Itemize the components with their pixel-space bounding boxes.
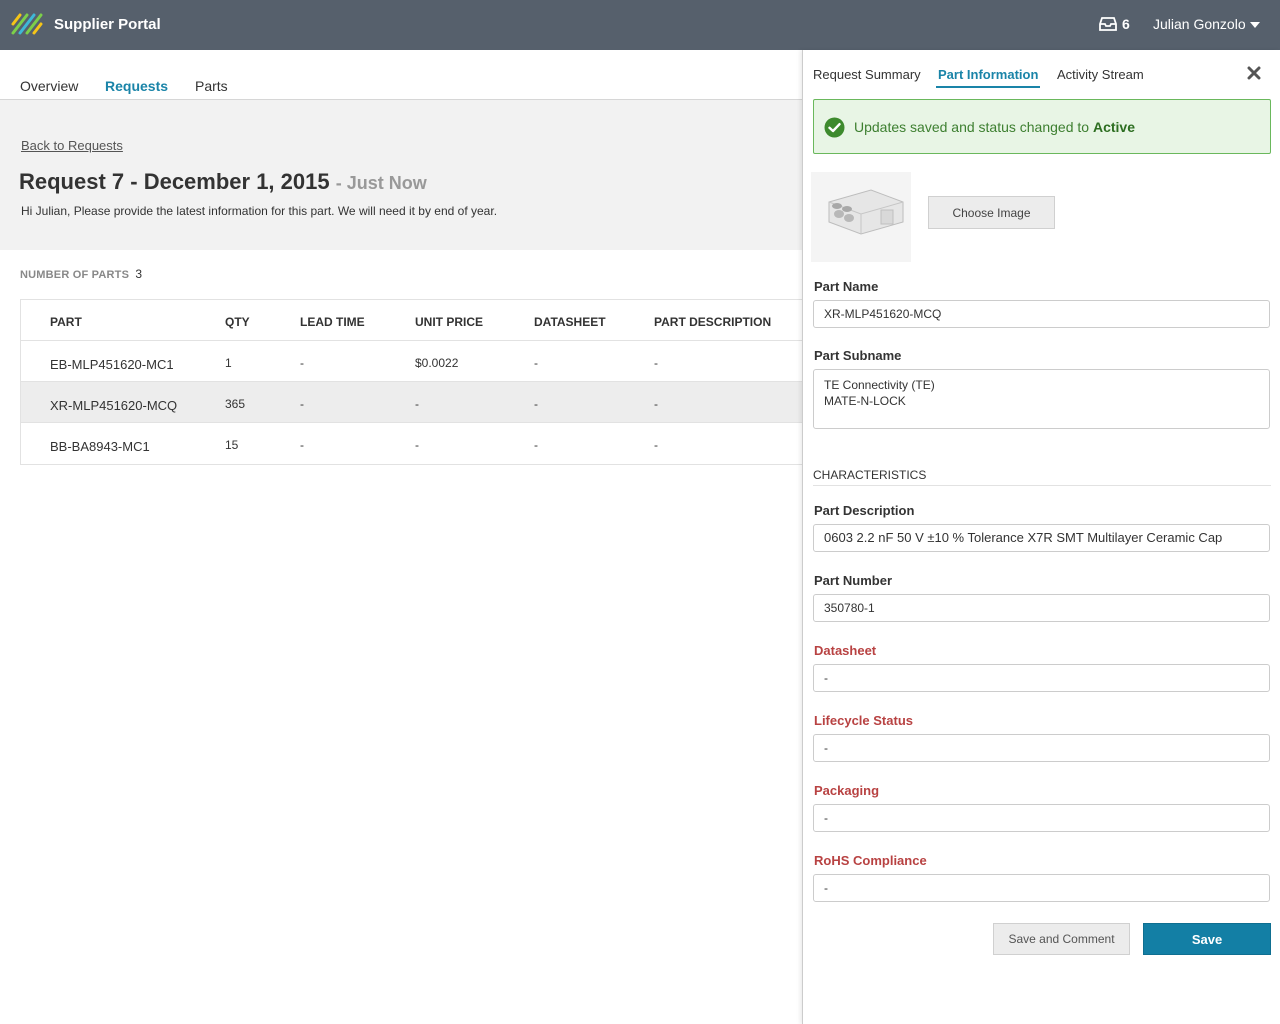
table-row-selected[interactable]: XR-MLP451620-MCQ 365 - - - - <box>21 382 802 423</box>
part-subname-line: TE Connectivity (TE) <box>824 378 935 392</box>
tab-overview[interactable]: Overview <box>20 78 78 94</box>
cell-datasheet: - <box>534 397 538 411</box>
cell-part: XR-MLP451620-MCQ <box>50 398 178 413</box>
column-header-part[interactable]: PART <box>50 315 82 329</box>
user-name: Julian Gonzolo <box>1153 16 1246 32</box>
user-menu[interactable]: Julian Gonzolo <box>1153 16 1260 32</box>
cell-part-description: - <box>654 438 658 452</box>
back-to-requests-link[interactable]: Back to Requests <box>21 138 123 153</box>
request-title: Request 7 - December 1, 2015 <box>19 169 330 194</box>
part-name-field[interactable]: XR-MLP451620-MCQ <box>813 300 1270 328</box>
alert-message: Updates saved and status changed to Acti… <box>854 119 1135 135</box>
parts-count-label: NUMBER OF PARTS <box>20 269 130 281</box>
tab-request-summary[interactable]: Request Summary <box>813 67 921 82</box>
cell-lead-time: - <box>300 397 304 411</box>
top-bar: Supplier Portal 6 Julian Gonzolo <box>0 0 1280 50</box>
page-title: Request 7 - December 1, 2015 - Just Now <box>19 169 427 195</box>
cell-datasheet: - <box>534 356 538 370</box>
cell-unit-price: $0.0022 <box>415 356 459 370</box>
parts-table: PART QTY LEAD TIME UNIT PRICE DATASHEET … <box>20 299 802 465</box>
cell-qty: 365 <box>225 397 246 411</box>
part-subname-line: MATE-N-LOCK <box>824 394 906 408</box>
tab-parts[interactable]: Parts <box>195 78 228 94</box>
cell-lead-time: - <box>300 438 304 452</box>
cell-lead-time: - <box>300 356 304 370</box>
table-row[interactable]: EB-MLP451620-MC1 1 - $0.0022 - - <box>21 341 802 382</box>
parts-count-value: 3 <box>135 267 143 281</box>
cell-qty: 1 <box>225 356 232 370</box>
part-description-field[interactable]: 0603 2.2 nF 50 V ±10 % Tolerance X7R SMT… <box>813 524 1270 552</box>
column-header-part-description[interactable]: PART DESCRIPTION <box>654 315 771 329</box>
datasheet-field[interactable]: - <box>813 664 1270 692</box>
column-header-lead-time[interactable]: LEAD TIME <box>300 315 365 329</box>
characteristics-heading: CHARACTERISTICS <box>813 468 1271 486</box>
rohs-compliance-field[interactable]: - <box>813 874 1270 902</box>
inbox-icon <box>1099 17 1117 31</box>
rohs-compliance-label: RoHS Compliance <box>814 853 927 868</box>
chevron-down-icon <box>1249 22 1260 28</box>
cell-unit-price: - <box>415 397 419 411</box>
tab-requests[interactable]: Requests <box>105 78 169 103</box>
part-detail-panel: Request Summary Part Information Activit… <box>802 50 1280 1024</box>
success-alert: Updates saved and status changed to Acti… <box>813 99 1271 154</box>
cell-part: BB-BA8943-MC1 <box>50 439 150 454</box>
column-header-datasheet[interactable]: DATASHEET <box>534 315 606 329</box>
part-description-label: Part Description <box>814 503 915 518</box>
cell-part-description: - <box>654 356 658 370</box>
request-timestamp: - Just Now <box>335 173 427 193</box>
part-number-label: Part Number <box>814 573 893 588</box>
table-header: PART QTY LEAD TIME UNIT PRICE DATASHEET … <box>21 300 802 341</box>
table-row[interactable]: BB-BA8943-MC1 15 - - - - <box>21 423 802 464</box>
cell-part: EB-MLP451620-MC1 <box>50 357 174 372</box>
part-name-label: Part Name <box>814 279 879 294</box>
main-nav-tabs: Overview Requests Parts <box>0 50 802 103</box>
column-header-unit-price[interactable]: UNIT PRICE <box>415 315 483 329</box>
cell-qty: 15 <box>225 438 239 452</box>
part-number-field[interactable]: 350780-1 <box>813 594 1270 622</box>
packaging-field[interactable]: - <box>813 804 1270 832</box>
tab-part-information[interactable]: Part Information <box>935 67 1041 88</box>
app-title[interactable]: Supplier Portal <box>54 16 161 33</box>
save-and-comment-button[interactable]: Save and Comment <box>993 923 1130 955</box>
tab-activity-stream[interactable]: Activity Stream <box>1057 67 1144 82</box>
alert-status: Active <box>1092 119 1135 135</box>
cell-datasheet: - <box>534 438 538 452</box>
lifecycle-status-field[interactable]: - <box>813 734 1270 762</box>
inbox-count: 6 <box>1122 16 1130 32</box>
request-header: Back to Requests Request 7 - December 1,… <box>0 100 802 250</box>
lifecycle-status-label: Lifecycle Status <box>814 713 913 728</box>
cell-unit-price: - <box>415 438 419 452</box>
part-image <box>811 172 911 262</box>
part-subname-label: Part Subname <box>814 348 902 363</box>
cell-part-description: - <box>654 397 658 411</box>
check-circle-icon <box>824 117 845 138</box>
inbox-button[interactable]: 6 <box>1099 16 1130 32</box>
alert-text: Updates saved and status changed to <box>854 119 1093 135</box>
parts-count: NUMBER OF PARTS 3 <box>20 267 142 281</box>
close-icon[interactable] <box>1247 66 1261 80</box>
datasheet-label: Datasheet <box>814 643 877 658</box>
request-message: Hi Julian, Please provide the latest inf… <box>21 204 498 218</box>
save-button[interactable]: Save <box>1143 923 1271 955</box>
packaging-label: Packaging <box>814 783 880 798</box>
part-subname-field[interactable]: TE Connectivity (TE) MATE-N-LOCK <box>813 369 1270 429</box>
choose-image-button[interactable]: Choose Image <box>928 196 1055 229</box>
supplier-portal-logo-icon[interactable] <box>11 11 45 37</box>
column-header-qty[interactable]: QTY <box>225 315 250 329</box>
